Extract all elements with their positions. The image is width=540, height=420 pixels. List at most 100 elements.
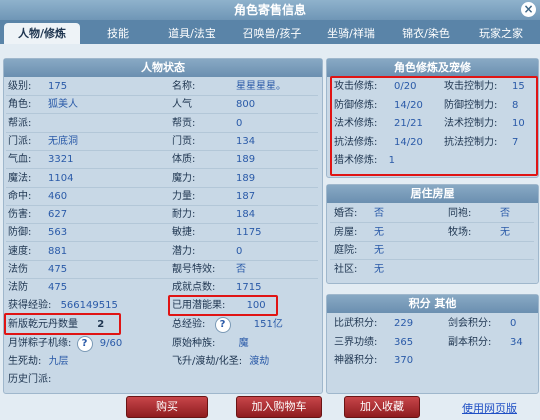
web-version-link[interactable]: 使用网页版 bbox=[462, 400, 517, 416]
tab-items[interactable]: 道具/法宝 bbox=[156, 23, 228, 44]
status-row-left: 伤害: 627 bbox=[8, 206, 67, 224]
status-label: 法防 bbox=[8, 282, 28, 294]
house-label: 婚否: bbox=[334, 208, 358, 219]
status-value: 187 bbox=[236, 190, 256, 202]
cultivation-panel-title: 角色修炼及宠修 bbox=[327, 59, 538, 77]
add-favorite-button[interactable]: 加入收藏 bbox=[344, 396, 420, 418]
status-row-right: 敏捷: 1175 bbox=[172, 224, 261, 242]
status-value: 881 bbox=[48, 245, 68, 257]
status-value: 无底洞 bbox=[48, 135, 78, 147]
status-value: 184 bbox=[236, 209, 256, 221]
tab-pets[interactable]: 召唤兽/孩子 bbox=[232, 23, 312, 44]
house-label: 庭院: bbox=[334, 245, 358, 256]
score-row: 神器积分: 370 bbox=[334, 352, 530, 370]
status-value: 3321 bbox=[48, 154, 74, 166]
status-label: 速度: bbox=[8, 245, 32, 257]
status-row-left: 帮派: bbox=[8, 115, 48, 133]
status-row-left: 气血: 3321 bbox=[8, 151, 73, 169]
status-value: 460 bbox=[48, 190, 68, 202]
status-label: 人气 bbox=[172, 99, 192, 111]
house-value: 无 bbox=[374, 226, 384, 238]
help-icon[interactable]: ? bbox=[76, 336, 93, 352]
status-row-left: 角色: 狐美人 bbox=[8, 96, 78, 114]
status-row-right: 力量: 187 bbox=[172, 188, 255, 206]
status-panel-title: 人物状态 bbox=[4, 59, 322, 77]
status-label: 命中: bbox=[8, 190, 32, 202]
house-value: 否 bbox=[374, 208, 384, 219]
status-label: 靓号特效: bbox=[172, 264, 216, 275]
tab-outfits[interactable]: 锦衣/染色 bbox=[390, 23, 462, 44]
score-label: 三界功绩: bbox=[334, 336, 378, 348]
status-value: 475 bbox=[48, 264, 68, 275]
score-panel-title: 积分 其他 bbox=[327, 295, 538, 313]
status-value: 星星星星。 bbox=[236, 81, 286, 92]
status-label: 级别: bbox=[8, 81, 32, 92]
close-icon[interactable]: × bbox=[521, 2, 536, 17]
status-value: 1175 bbox=[236, 227, 262, 239]
tab-character[interactable]: 人物/修炼 bbox=[4, 23, 80, 44]
status-label: 体质: bbox=[172, 154, 196, 166]
status-row-right: 靓号特效: 否 bbox=[172, 261, 246, 279]
status-row-right: 人气 800 bbox=[172, 96, 255, 114]
status-label: 法伤 bbox=[8, 264, 28, 275]
status-label: 力量: bbox=[172, 190, 196, 202]
status-row-left: 魔法: 1104 bbox=[8, 170, 73, 188]
status-label: 防御: bbox=[8, 227, 32, 239]
history-sect-row: 历史门派: bbox=[8, 374, 52, 385]
status-value: 800 bbox=[236, 99, 256, 111]
buy-button[interactable]: 购买 bbox=[126, 396, 208, 418]
status-label: 魔法: bbox=[8, 172, 32, 184]
help-icon[interactable]: ? bbox=[214, 317, 231, 333]
status-row-left: 法防 475 bbox=[8, 279, 67, 297]
tab-skills[interactable]: 技能 bbox=[90, 23, 146, 44]
highlight-box bbox=[168, 295, 278, 316]
status-value: 189 bbox=[236, 154, 256, 166]
house-panel-title: 居住房屋 bbox=[327, 185, 538, 203]
status-row-right: 魔力: 189 bbox=[172, 170, 255, 188]
score-label: 比武积分: bbox=[334, 318, 378, 329]
status-row-left: 防御: 563 bbox=[8, 224, 67, 242]
score-value: 0 bbox=[510, 318, 517, 329]
zongzi-row: 月饼粽子机缘: ? 9/60 bbox=[8, 335, 122, 353]
score-label: 神器积分: bbox=[334, 355, 378, 366]
score-value: 370 bbox=[394, 355, 414, 366]
tab-home[interactable]: 玩家之家 bbox=[466, 23, 536, 44]
house-row: 社区: 无 bbox=[334, 261, 530, 279]
ascension-row: 飞升/渡劫/化圣: 渡劫 bbox=[172, 356, 270, 367]
status-label: 气血: bbox=[8, 154, 32, 166]
tab-mounts[interactable]: 坐骑/祥瑞 bbox=[314, 23, 388, 44]
status-value: 563 bbox=[48, 227, 68, 239]
status-row-right: 耐力: 184 bbox=[172, 206, 255, 224]
status-row-right: 门贡: 134 bbox=[172, 133, 255, 151]
status-label: 帮派: bbox=[8, 117, 32, 129]
status-label: 潜力: bbox=[172, 245, 196, 257]
status-row-left: 门派: 无底洞 bbox=[8, 133, 78, 151]
status-value: 狐美人 bbox=[48, 99, 78, 111]
status-row-left: 级别: 175 bbox=[8, 78, 67, 96]
house-value: 否 bbox=[500, 208, 510, 219]
status-row-left: 命中: 460 bbox=[8, 188, 67, 206]
house-label: 社区: bbox=[334, 263, 358, 275]
status-value: 0 bbox=[236, 245, 243, 257]
status-label: 角色: bbox=[8, 99, 32, 111]
status-value: 475 bbox=[48, 282, 68, 294]
status-row-right: 体质: 189 bbox=[172, 151, 255, 169]
status-value: 175 bbox=[48, 81, 68, 92]
highlight-box bbox=[4, 313, 121, 335]
status-row-right: 帮贡: 0 bbox=[172, 115, 242, 133]
status-value: 0 bbox=[236, 117, 243, 129]
status-label: 门贡: bbox=[172, 135, 196, 147]
score-value: 34 bbox=[510, 336, 523, 348]
status-row-right: 潜力: 0 bbox=[172, 243, 242, 261]
status-row-left: 法伤 475 bbox=[8, 261, 67, 279]
status-value: 627 bbox=[48, 209, 68, 221]
highlight-box bbox=[330, 76, 538, 176]
score-label: 副本积分: bbox=[448, 336, 492, 348]
status-value: 189 bbox=[236, 172, 256, 184]
score-row: 三界功绩: 365 副本积分: 34 bbox=[334, 334, 530, 352]
status-row-right: 名称: 星星星星。 bbox=[172, 78, 286, 96]
add-to-cart-button[interactable]: 加入购物车 bbox=[236, 396, 322, 418]
status-label: 门派: bbox=[8, 135, 32, 147]
house-label: 牧场: bbox=[448, 226, 472, 238]
window-title: 角色寄售信息 bbox=[233, 3, 306, 17]
